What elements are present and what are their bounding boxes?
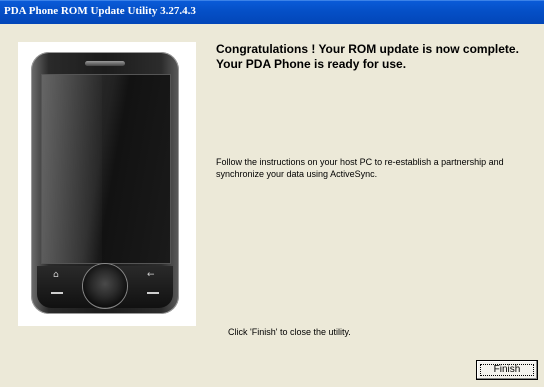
home-key-icon: ⌂ <box>53 270 59 280</box>
title-bar[interactable]: PDA Phone ROM Update Utility 3.27.4.3 <box>0 0 544 24</box>
screen-glare <box>42 75 102 263</box>
phone-screen <box>41 74 171 264</box>
window-title: PDA Phone ROM Update Utility 3.27.4.3 <box>4 5 196 17</box>
phone-image-panel: ⌂ ← <box>18 42 196 326</box>
instructions-text: Follow the instructions on your host PC … <box>216 157 504 179</box>
finish-button-label: Finish <box>493 364 521 375</box>
navigation-pad-icon <box>83 264 127 308</box>
close-hint-text: Click 'Finish' to close the utility. <box>228 327 351 337</box>
completion-message: Congratulations ! Your ROM update is now… <box>216 42 519 71</box>
pda-phone-image: ⌂ ← <box>31 52 179 314</box>
end-key-icon <box>147 292 159 294</box>
update-utility-window: PDA Phone ROM Update Utility 3.27.4.3 ⌂ … <box>0 0 544 387</box>
call-key-icon <box>51 292 63 294</box>
earpiece-icon <box>85 61 125 66</box>
finish-button[interactable]: Finish <box>476 360 538 380</box>
back-key-icon: ← <box>147 270 155 280</box>
